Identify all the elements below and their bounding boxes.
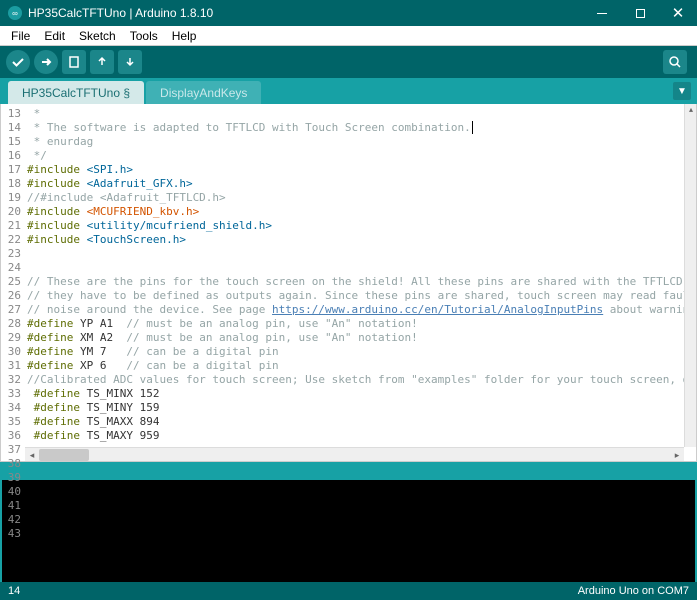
serial-monitor-button[interactable] [663,50,687,74]
titlebar: ∞ HP35CalcTFTUno | Arduino 1.8.10 ✕ [0,0,697,26]
minimize-button[interactable] [583,0,621,26]
tab-active[interactable]: HP35CalcTFTUno § [8,81,144,104]
menu-help[interactable]: Help [165,27,204,45]
upload-button[interactable] [34,50,58,74]
menu-sketch[interactable]: Sketch [72,27,123,45]
message-bar [0,462,697,480]
code-area[interactable]: * * The software is adapted to TFTLCD wi… [25,104,696,461]
arduino-logo-icon: ∞ [8,6,22,20]
tab-inactive[interactable]: DisplayAndKeys [146,81,261,104]
menu-file[interactable]: File [4,27,37,45]
tabbar: HP35CalcTFTUno § DisplayAndKeys ▼ [0,78,697,104]
status-board: Arduino Uno on COM7 [578,585,689,597]
horizontal-scrollbar[interactable]: ◂ ▸ [25,447,684,461]
output-console[interactable] [0,480,697,582]
scroll-left-icon[interactable]: ◂ [26,449,38,461]
scroll-right-icon[interactable]: ▸ [671,449,683,461]
status-line-number: 14 [8,585,578,597]
menu-edit[interactable]: Edit [37,27,72,45]
scroll-up-icon[interactable]: ▴ [686,105,696,115]
maximize-button[interactable] [621,0,659,26]
tab-menu-dropdown-icon[interactable]: ▼ [673,82,691,100]
open-button[interactable] [90,50,114,74]
window-title: HP35CalcTFTUno | Arduino 1.8.10 [28,6,583,20]
vertical-scrollbar[interactable]: ▴ [684,104,696,447]
toolbar [0,46,697,78]
statusbar: 14 Arduino Uno on COM7 [0,582,697,600]
scroll-thumb[interactable] [39,449,89,461]
menubar: File Edit Sketch Tools Help [0,26,697,46]
line-gutter: 13 14 15 16 17 18 19 20 21 22 23 24 25 2… [1,104,25,461]
verify-button[interactable] [6,50,30,74]
menu-tools[interactable]: Tools [123,27,165,45]
close-button[interactable]: ✕ [659,0,697,26]
code-editor[interactable]: 13 14 15 16 17 18 19 20 21 22 23 24 25 2… [0,104,697,462]
new-button[interactable] [62,50,86,74]
save-button[interactable] [118,50,142,74]
